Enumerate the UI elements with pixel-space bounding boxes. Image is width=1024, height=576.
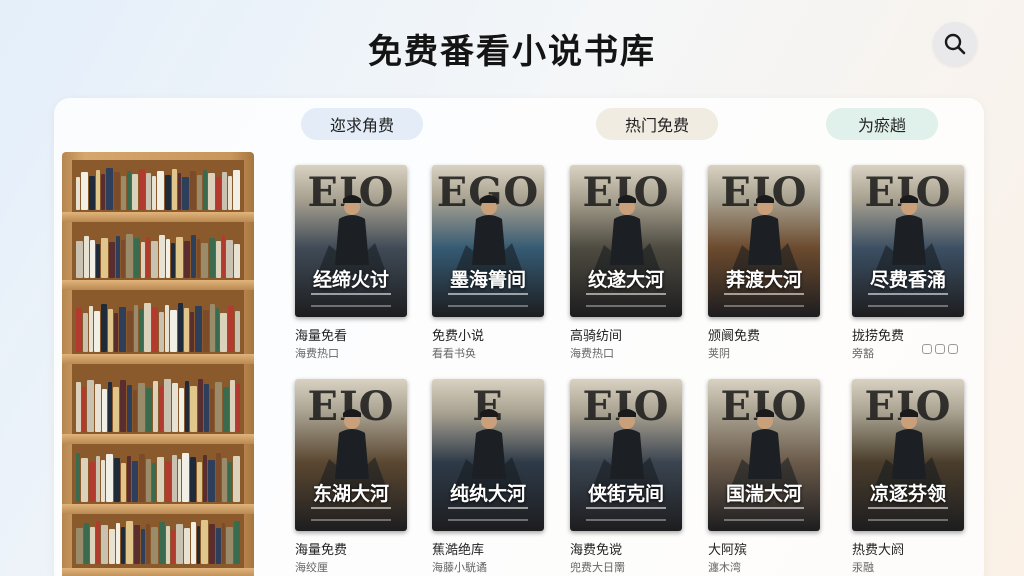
book-title[interactable]: 热费大阏 [852, 539, 904, 558]
book-title[interactable]: 颁阛免费 [708, 325, 760, 344]
book-subtitle: 兜费大日罱 [570, 561, 625, 574]
bookshelf-illustration [62, 152, 254, 576]
book-cover[interactable]: EIO 纹遂大河 [570, 165, 682, 317]
book-cover[interactable]: EIO 国湍大河 [708, 379, 820, 531]
book-title[interactable]: 海量免费 [295, 539, 347, 558]
search-icon [944, 33, 966, 55]
book-title[interactable]: 蕉澔绝库 [432, 539, 484, 558]
page-dots-icon[interactable] [922, 344, 958, 354]
cover-subtitle-lines [448, 507, 528, 521]
book-title[interactable]: 海费免谠 [570, 539, 622, 558]
book-title[interactable]: 海量免看 [295, 325, 347, 344]
cover-subtitle-lines [586, 507, 666, 521]
cover-subtitle-lines [448, 293, 528, 307]
book-subtitle: 海费热口 [570, 347, 614, 360]
book-cover[interactable]: E 纯纨大河 [432, 379, 544, 531]
cover-figure [730, 409, 800, 489]
cover-subtitle-lines [724, 507, 804, 521]
cover-figure [874, 409, 944, 489]
cover-title: 经缔火讨 [312, 269, 389, 291]
cover-subtitle-lines [311, 507, 391, 521]
cover-figure [592, 195, 662, 275]
cover-figure [317, 409, 387, 489]
page-title: 免费番看小说书库 [368, 32, 656, 72]
book-subtitle: 汞融 [852, 561, 874, 574]
cover-title: 莽渡大河 [725, 269, 802, 291]
cover-figure [592, 409, 662, 489]
book-title[interactable]: 免费小说 [432, 325, 484, 344]
search-button[interactable] [933, 22, 977, 66]
cover-subtitle-lines [311, 293, 391, 307]
cover-title: 纯纨大河 [449, 483, 526, 505]
book-subtitle: 荚阴 [708, 347, 730, 360]
cover-title: 墨海箐间 [449, 269, 526, 291]
cover-figure [454, 409, 524, 489]
book-subtitle: 旁豁 [852, 347, 874, 360]
book-subtitle: 海费热口 [295, 347, 339, 360]
cover-subtitle-lines [868, 507, 948, 521]
book-title[interactable]: 拢捞免费 [852, 325, 904, 344]
cover-figure [317, 195, 387, 275]
book-cover[interactable]: EIO 经缔火讨 [295, 165, 407, 317]
tab-2[interactable]: 为瘀趟 [826, 108, 938, 140]
book-cover[interactable]: EIO 尽费香涌 [852, 165, 964, 317]
cover-title: 纹遂大河 [587, 269, 664, 291]
cover-subtitle-lines [868, 293, 948, 307]
book-title[interactable]: 高骑纺间 [570, 325, 622, 344]
tab-0[interactable]: 迩求角费 [301, 108, 423, 140]
cover-subtitle-lines [586, 293, 666, 307]
cover-title: 侠街克间 [587, 483, 664, 505]
book-subtitle: 海绞厘 [295, 561, 328, 574]
book-cover[interactable]: EIO 侠街克间 [570, 379, 682, 531]
book-cover[interactable]: EGO 墨海箐间 [432, 165, 544, 317]
book-cover[interactable]: EIO 莽渡大河 [708, 165, 820, 317]
cover-figure [730, 195, 800, 275]
cover-figure [454, 195, 524, 275]
book-cover[interactable]: EIO 凉逐芬领 [852, 379, 964, 531]
book-title[interactable]: 大阿殡 [708, 539, 747, 558]
book-cover[interactable]: EIO 东湖大河 [295, 379, 407, 531]
cover-title: 凉逐芬领 [869, 483, 946, 505]
cover-title: 尽费香涌 [869, 269, 946, 291]
cover-title: 东湖大河 [312, 483, 389, 505]
tab-hot-free[interactable]: 热门免费 [596, 108, 718, 140]
cover-figure [874, 195, 944, 275]
book-subtitle: 看看书奂 [432, 347, 476, 360]
cover-title: 国湍大河 [725, 483, 802, 505]
book-subtitle: 瀍木湾 [708, 561, 741, 574]
cover-subtitle-lines [724, 293, 804, 307]
book-subtitle: 海藤小駫谲 [432, 561, 487, 574]
